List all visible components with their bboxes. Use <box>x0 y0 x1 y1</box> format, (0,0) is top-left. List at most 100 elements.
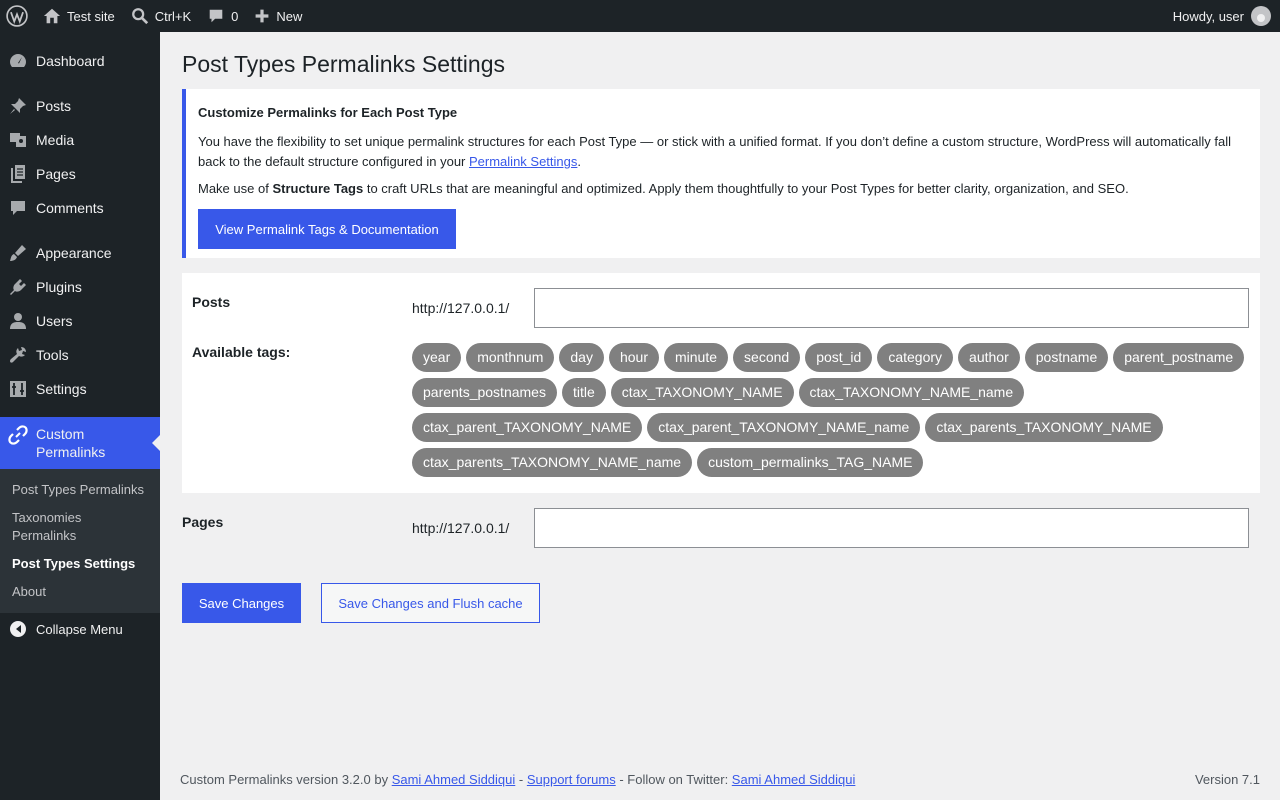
footer-credits: Custom Permalinks version 3.2.0 by Sami … <box>180 772 855 787</box>
sidebar-item-plugins[interactable]: Plugins <box>0 270 160 304</box>
support-forums-link[interactable]: Support forums <box>527 772 616 787</box>
tag-pill[interactable]: ctax_parent_TAXONOMY_NAME <box>412 413 643 442</box>
submenu-item-post-types-permalinks[interactable]: Post Types Permalinks <box>0 476 160 504</box>
sidebar-item-appearance[interactable]: Appearance <box>0 236 160 270</box>
sidebar-item-tools[interactable]: Tools <box>0 338 160 372</box>
new-content-button[interactable]: New <box>246 0 310 32</box>
available-tags-list: year monthnum day hour minute second post_id ca… <box>412 343 1252 477</box>
notice-p2-after: to craft URLs that are meaningful and op… <box>363 181 1129 196</box>
posts-label: Posts <box>192 294 231 310</box>
tag-pill[interactable]: second <box>733 343 801 372</box>
home-icon <box>43 8 61 24</box>
tag-pill[interactable]: category <box>877 343 954 372</box>
tag-pill[interactable]: ctax_TAXONOMY_NAME_name <box>798 378 1025 407</box>
structure-tags-bold: Structure Tags <box>272 181 364 196</box>
howdy-label: Howdy, user <box>1172 8 1244 24</box>
search-icon <box>131 8 148 25</box>
comments-count: 0 <box>231 8 239 24</box>
tag-pill[interactable]: parents_postnames <box>412 378 557 407</box>
info-notice: Customize Permalinks for Each Post Type … <box>182 89 1260 258</box>
sidebar-item-custom-permalinks[interactable]: Custom Permalinks <box>0 417 160 469</box>
collapse-menu-button[interactable]: Collapse Menu <box>0 613 160 645</box>
pages-url-prefix: http://127.0.0.1/ <box>412 520 510 536</box>
plus-icon <box>256 9 269 23</box>
user-account-menu[interactable]: Howdy, user <box>1165 0 1280 32</box>
sidebar-item-label: Comments <box>36 200 104 216</box>
author-link[interactable]: Sami Ahmed Siddiqui <box>392 772 516 787</box>
sidebar-item-label: Settings <box>36 381 87 397</box>
notice-paragraph-2: Make use of Structure Tags to craft URLs… <box>198 179 1248 199</box>
save-changes-button[interactable]: Save Changes <box>182 583 301 623</box>
tag-pill[interactable]: post_id <box>805 343 873 372</box>
tag-pill[interactable]: hour <box>608 343 659 372</box>
wordpress-logo-icon <box>6 5 28 27</box>
notice-p2-before: Make use of <box>198 181 273 196</box>
tag-pill[interactable]: year <box>412 343 462 372</box>
settings-icon <box>10 381 26 397</box>
collapse-arrow-icon <box>10 621 26 637</box>
tag-pill[interactable]: title <box>561 378 606 407</box>
search-shortcut-label: Ctrl+K <box>154 8 192 24</box>
wordpress-logo-button[interactable] <box>0 0 35 32</box>
sidebar-item-posts[interactable]: Posts <box>0 89 160 123</box>
available-tags-label: Available tags: <box>192 344 291 360</box>
tag-pill[interactable]: postname <box>1024 343 1109 372</box>
comments-link[interactable]: 0 <box>199 0 246 32</box>
pages-icon <box>11 165 25 183</box>
sidebar-item-label: Posts <box>36 98 72 114</box>
submenu-item-post-types-settings[interactable]: Post Types Settings <box>0 550 160 578</box>
main-content: Post Types Permalinks Settings Customize… <box>160 32 1280 800</box>
sidebar-item-label: Plugins <box>36 279 82 295</box>
footer-prefix: Custom Permalinks version 3.2.0 by <box>180 772 392 787</box>
tag-pill[interactable]: ctax_parents_TAXONOMY_NAME_name <box>412 448 693 477</box>
collapse-menu-label: Collapse Menu <box>36 621 123 637</box>
posts-url-prefix: http://127.0.0.1/ <box>412 300 510 316</box>
sidebar-item-label: Custom Permalinks <box>36 426 106 460</box>
posts-settings-box: Posts http://127.0.0.1/ Available tags: … <box>182 273 1260 493</box>
tag-pill[interactable]: day <box>559 343 604 372</box>
tag-pill[interactable]: author <box>958 343 1020 372</box>
link-icon <box>8 425 28 445</box>
permalink-settings-link[interactable]: Permalink Settings <box>469 154 577 169</box>
pages-permalink-input[interactable] <box>534 508 1249 548</box>
avatar <box>1251 6 1271 26</box>
submenu-item-taxonomies-permalinks[interactable]: Taxonomies Permalinks <box>0 504 100 550</box>
notice-heading: Customize Permalinks for Each Post Type <box>198 105 458 120</box>
new-label: New <box>276 8 303 24</box>
posts-permalink-input[interactable] <box>534 288 1249 328</box>
brush-icon <box>10 245 26 261</box>
sidebar-item-label: Users <box>36 313 73 329</box>
admin-sidebar: Dashboard Posts Media Pages Comments App… <box>0 32 160 800</box>
notice-paragraph-1: You have the flexibility to set unique p… <box>198 132 1248 172</box>
sidebar-item-media[interactable]: Media <box>0 123 160 157</box>
sidebar-item-users[interactable]: Users <box>0 304 160 338</box>
sidebar-item-label: Dashboard <box>36 53 105 69</box>
submenu-item-about[interactable]: About <box>0 578 160 606</box>
site-name-link[interactable]: Test site <box>35 0 123 32</box>
tag-pill[interactable]: ctax_TAXONOMY_NAME <box>610 378 794 407</box>
tag-pill[interactable]: parent_postname <box>1113 343 1245 372</box>
tag-pill[interactable]: monthnum <box>466 343 555 372</box>
save-flush-cache-button[interactable]: Save Changes and Flush cache <box>321 583 540 623</box>
view-docs-button[interactable]: View Permalink Tags & Documentation <box>198 209 456 249</box>
sidebar-item-label: Appearance <box>36 245 112 261</box>
notice-p1-text: You have the flexibility to set unique p… <box>198 134 1232 169</box>
twitter-link[interactable]: Sami Ahmed Siddiqui <box>732 772 856 787</box>
pin-icon <box>10 98 26 114</box>
sidebar-item-pages[interactable]: Pages <box>0 157 160 191</box>
sidebar-item-dashboard[interactable]: Dashboard <box>0 44 160 78</box>
wp-version: Version 7.1 <box>1194 772 1260 787</box>
plugin-icon <box>10 279 26 295</box>
tag-pill[interactable]: ctax_parent_TAXONOMY_NAME_name <box>647 413 921 442</box>
sidebar-item-comments[interactable]: Comments <box>0 191 160 225</box>
custom-permalinks-submenu: Post Types Permalinks Taxonomies Permali… <box>0 469 160 613</box>
search-shortcut-button[interactable]: Ctrl+K <box>123 0 199 32</box>
sidebar-item-settings[interactable]: Settings <box>0 372 160 406</box>
tag-pill[interactable]: custom_permalinks_TAG_NAME <box>697 448 924 477</box>
pages-label: Pages <box>182 514 224 530</box>
tag-pill[interactable]: ctax_parents_TAXONOMY_NAME <box>925 413 1163 442</box>
comment-icon <box>11 201 25 215</box>
wrench-icon <box>10 347 26 363</box>
tag-pill[interactable]: minute <box>664 343 729 372</box>
footer-separator: - <box>515 772 527 787</box>
